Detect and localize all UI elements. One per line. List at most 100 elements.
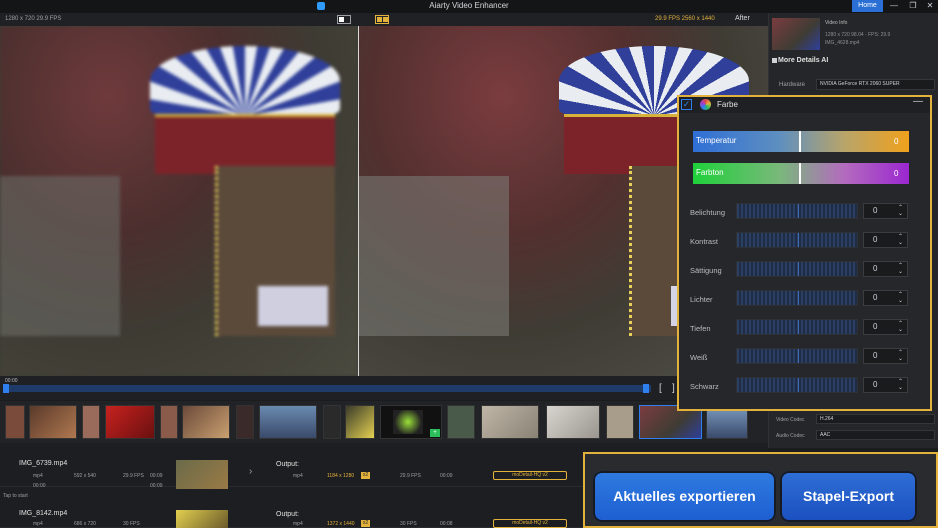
hardware-label: Hardware <box>779 82 806 88</box>
video-info-filename: IMG_4628.mp4 <box>825 40 860 46</box>
thumbnail[interactable] <box>82 405 100 439</box>
output-format: mp4 <box>293 473 303 479</box>
output-label: Output: <box>276 511 299 518</box>
color-panel-title: Farbe <box>717 100 738 109</box>
hue-slider-handle[interactable] <box>799 163 801 184</box>
timeline-start-handle[interactable] <box>3 384 9 393</box>
thumbnail[interactable] <box>447 405 475 439</box>
color-enable-checkbox[interactable]: ✓ <box>681 99 692 110</box>
thumbnail[interactable] <box>481 405 539 439</box>
temperature-slider-handle[interactable] <box>799 131 801 152</box>
saturation-label: Sättigung <box>690 266 722 275</box>
exposure-slider[interactable] <box>736 203 858 219</box>
hue-label: Farbton <box>696 168 724 177</box>
task-end-time: 00:09 <box>150 483 163 489</box>
task-resolution: 686 x 720 <box>74 521 96 527</box>
task-start-time: 00:00 <box>33 483 46 489</box>
thumbnail[interactable]: + <box>380 405 442 439</box>
thumbnail[interactable] <box>345 405 375 439</box>
thumbnail[interactable] <box>160 405 178 439</box>
collapse-icon[interactable] <box>772 58 777 63</box>
shadows-label: Tiefen <box>690 324 711 333</box>
video-info-specs: 1280 x 720 98.04 · FPS: 29.9 <box>825 32 891 38</box>
home-button[interactable]: Home <box>852 0 883 12</box>
mark-in-icon[interactable]: [ <box>659 383 662 394</box>
split-view-icon[interactable] <box>337 15 351 24</box>
export-current-button[interactable]: Aktuelles exportieren <box>593 471 776 522</box>
hardware-select[interactable]: NVIDIA GeForce RTX 2060 SUPER <box>816 79 935 90</box>
thumbnail[interactable] <box>105 405 155 439</box>
side-by-side-icon[interactable] <box>375 15 389 24</box>
model-badge[interactable]: moDetail-HQ v2 <box>493 471 567 480</box>
video-info-title: Video Info <box>825 20 848 26</box>
exposure-stepper[interactable]: 0 ⌃ ⌄ <box>863 203 908 219</box>
batch-export-button[interactable]: Stapel-Export <box>780 471 917 522</box>
blacks-stepper[interactable]: 0 ⌃ ⌄ <box>863 377 908 393</box>
thumbnail[interactable] <box>236 405 254 439</box>
video-codec-select[interactable]: H.264 <box>816 414 935 424</box>
app-title: Aiarty Video Enhancer <box>429 1 509 10</box>
shadows-stepper[interactable]: 0 ⌃ ⌄ <box>863 319 908 335</box>
output-resolution: 1372 x 1440 <box>327 521 355 527</box>
restore-icon[interactable]: ❐ <box>906 1 920 11</box>
preview-before-image <box>0 26 358 376</box>
timeline-end-handle[interactable] <box>643 384 649 393</box>
hue-slider[interactable] <box>693 163 909 184</box>
task-filename: IMG_8142.mp4 <box>19 510 68 517</box>
saturation-stepper[interactable]: 0 ⌃ ⌄ <box>863 261 908 277</box>
thumbnail[interactable] <box>5 405 25 439</box>
output-scale-badge: x2 <box>361 520 370 527</box>
whites-slider[interactable] <box>736 348 858 364</box>
highlights-label: Lichter <box>690 295 713 304</box>
task-thumbnail[interactable] <box>176 460 228 489</box>
more-details-ai-header[interactable]: More Details AI <box>778 57 828 64</box>
contrast-slider[interactable] <box>736 232 858 248</box>
output-resolution: 1184 x 1280 <box>327 473 355 479</box>
add-thumbnail-icon[interactable]: + <box>430 429 440 437</box>
collapse-panel-icon[interactable]: — <box>913 96 923 107</box>
highlights-slider[interactable] <box>736 290 858 306</box>
contrast-stepper[interactable]: 0 ⌃ ⌄ <box>863 232 908 248</box>
thumbnail[interactable] <box>182 405 230 439</box>
after-resolution: 29.9 FPS 2560 x 1440 <box>655 16 715 22</box>
saturation-slider[interactable] <box>736 261 858 277</box>
thumbnail[interactable] <box>323 405 341 439</box>
task-resolution: 592 x 540 <box>74 473 96 479</box>
thumbnail[interactable] <box>606 405 634 439</box>
video-codec-label: Video Codec <box>776 417 805 423</box>
output-fps: 29.9 FPS <box>400 473 421 479</box>
after-label: After <box>735 15 750 22</box>
task-hint: Tap to start <box>3 493 28 499</box>
output-format: mp4 <box>293 521 303 527</box>
title-bar: Aiarty Video Enhancer <box>0 0 938 13</box>
timeline-bar[interactable] <box>6 385 651 392</box>
task-fps: 29.9 FPS <box>123 473 144 479</box>
before-resolution: 1280 x 720 29.9 FPS <box>5 16 62 22</box>
output-duration: 00:09 <box>440 473 453 479</box>
thumbnail[interactable] <box>259 405 317 439</box>
thumbnail[interactable] <box>29 405 77 439</box>
mark-out-icon[interactable]: ] <box>672 383 675 394</box>
whites-stepper[interactable]: 0 ⌃ ⌄ <box>863 348 908 364</box>
hue-value: 0 <box>894 169 899 178</box>
blacks-slider[interactable] <box>736 377 858 393</box>
output-label: Output: <box>276 461 299 468</box>
audio-codec-label: Audio Codec <box>776 433 805 439</box>
video-preview[interactable] <box>0 26 768 376</box>
output-fps: 30 FPS <box>400 521 417 527</box>
task-thumbnail[interactable] <box>176 510 228 528</box>
temperature-label: Temperatur <box>696 136 737 145</box>
compare-divider[interactable] <box>358 26 359 376</box>
palette-icon <box>700 99 711 110</box>
highlights-stepper[interactable]: 0 ⌃ ⌄ <box>863 290 908 306</box>
task-format: mp4 <box>33 473 43 479</box>
video-info-thumbnail <box>772 18 820 50</box>
close-icon[interactable]: ✕ <box>923 1 937 11</box>
thumbnail[interactable] <box>546 405 600 439</box>
audio-codec-select[interactable]: AAC <box>816 430 935 440</box>
shadows-slider[interactable] <box>736 319 858 335</box>
task-fps: 30 FPS <box>123 521 140 527</box>
minimize-icon[interactable]: — <box>887 1 901 11</box>
model-badge[interactable]: moDetail-HQ v2 <box>493 519 567 528</box>
task-format: mp4 <box>33 521 43 527</box>
